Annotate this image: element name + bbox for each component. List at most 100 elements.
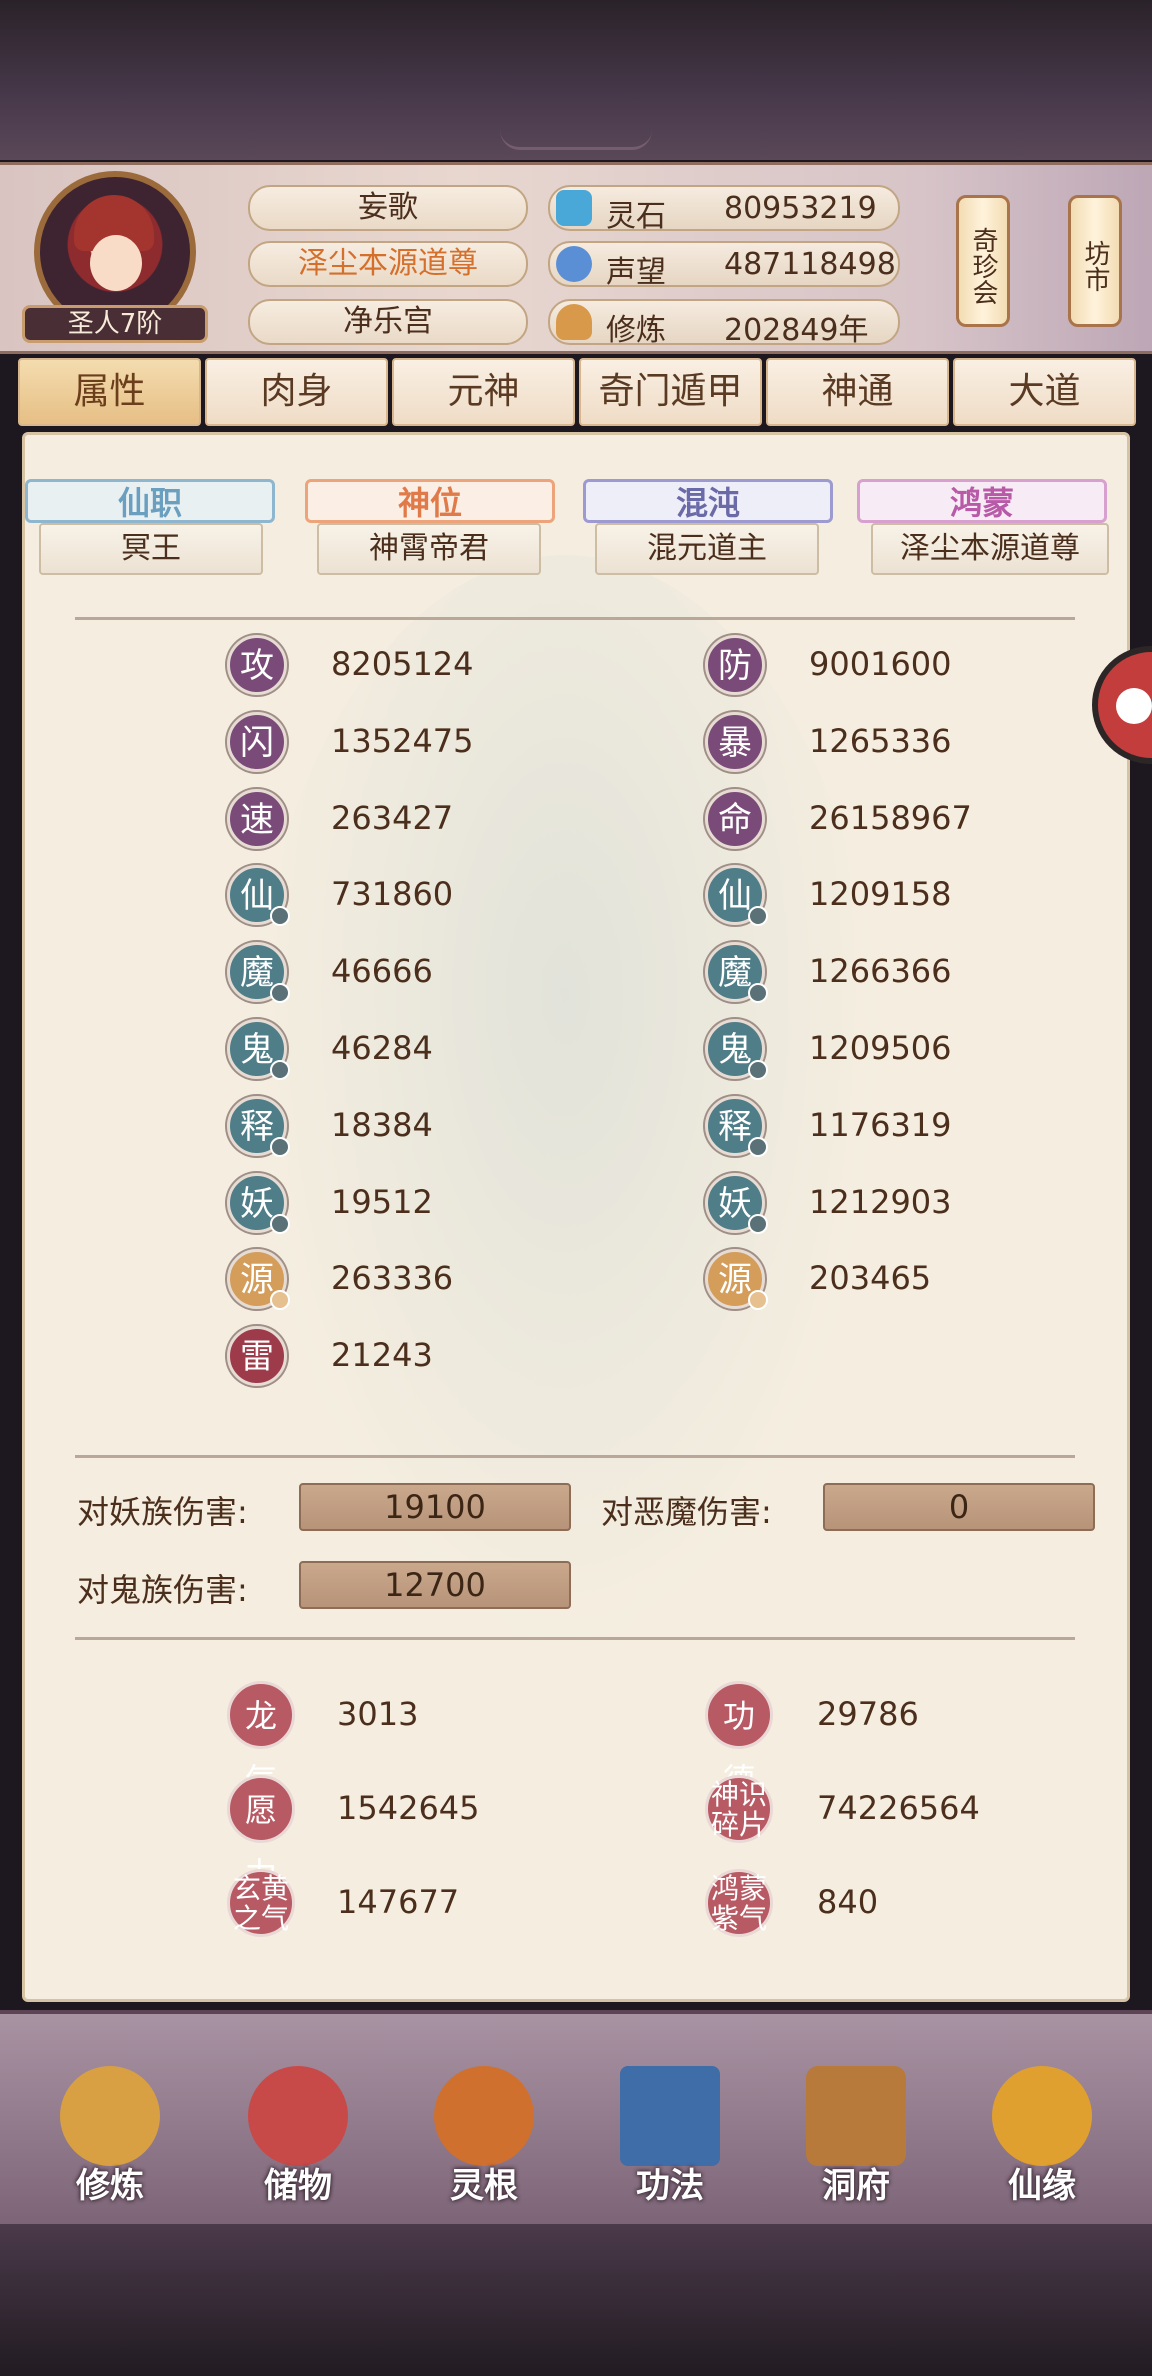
resistance-badge-icon (270, 1136, 290, 1157)
evil-damage-value: 0 (823, 1483, 1095, 1531)
market-button[interactable]: 坊市 (1068, 195, 1122, 327)
resource-value: 487118498 (724, 247, 896, 282)
stat-right-value: 1265336 (809, 721, 952, 760)
attributes-panel: 仙职 冥王 神位 神霄帝君 混沌 混元道主 鸿蒙 泽尘本源道尊 攻 8205124… (22, 432, 1130, 2002)
stat-left-icon: 闪 (227, 711, 287, 772)
nav-fate[interactable]: 仙缘 (972, 2050, 1112, 2220)
cultivate-icon (60, 2066, 160, 2166)
title-label-hongmeng: 鸿蒙 (857, 479, 1107, 523)
xuanhuang-qi-icon: 玄黄之气 (227, 1869, 295, 1937)
reputation-icon (556, 246, 592, 282)
stat-right-icon: 妖 (705, 1172, 768, 1234)
title-value-office: 冥王 (39, 523, 263, 575)
stat-right-icon: 释 (705, 1095, 768, 1157)
merit-icon: 功德 (705, 1681, 773, 1799)
bottom-band (0, 2224, 1152, 2376)
pavilion-icon (806, 2066, 906, 2166)
top-band (0, 0, 1152, 160)
resistance-badge-icon (748, 1213, 768, 1234)
stat-right-value: 1266366 (809, 952, 952, 991)
stat-right-value: 26158967 (809, 798, 972, 837)
resource-spirit-stone: 灵石 80953219 (548, 185, 900, 234)
stat-left-icon: 雷 (227, 1326, 287, 1387)
eye-icon (1116, 688, 1152, 724)
player-sect: 净乐宫 (248, 299, 528, 345)
nav-techniques[interactable]: 功法 (600, 2050, 740, 2220)
stat-left-value: 263336 (331, 1259, 454, 1298)
rank-badge: 圣人7阶 (22, 305, 208, 343)
xuanhuang-qi-value: 147677 (337, 1883, 460, 1921)
wish-power-value: 1542645 (337, 1789, 480, 1827)
stat-right-icon: 命 (705, 788, 765, 849)
hongmeng-qi-icon: 鸿蒙紫气 (705, 1869, 773, 1937)
nav-label: 功法 (636, 2166, 704, 2206)
stat-right-value: 203465 (809, 1259, 932, 1298)
stat-right-icon: 仙 (705, 865, 768, 927)
treasure-shop-button[interactable]: 奇珍会 (956, 195, 1010, 327)
spirit-root-icon (434, 2066, 534, 2166)
nav-spirit-root[interactable]: 灵根 (414, 2050, 554, 2220)
nav-storage[interactable]: 储物 (228, 2050, 368, 2220)
stat-right-icon: 暴 (705, 711, 765, 772)
merit-value: 29786 (817, 1695, 919, 1733)
stat-right-value: 1212903 (809, 1182, 952, 1221)
stat-left-value: 263427 (331, 798, 454, 837)
stat-left-value: 8205124 (331, 645, 474, 683)
resistance-badge-icon (748, 1060, 768, 1080)
stat-right-value: 9001600 (809, 645, 952, 683)
nav-label: 仙缘 (1008, 2166, 1076, 2206)
player-header: 圣人7阶 妄歌 泽尘本源道尊 净乐宫 灵石 80953219 声望 487118… (0, 162, 1152, 354)
tab-dao[interactable]: 大道 (953, 358, 1136, 426)
title-value-chaos: 混元道主 (595, 523, 819, 575)
resource-label: 修炼 (606, 313, 666, 348)
stat-left-icon: 攻 (227, 635, 287, 695)
ghost-damage-label: 对鬼族伤害: (77, 1571, 248, 1609)
player-name: 妄歌 (248, 185, 528, 231)
top-ornament (500, 130, 652, 150)
title-value-hongmeng: 泽尘本源道尊 (871, 523, 1109, 575)
stat-right-value: 1209506 (809, 1029, 952, 1067)
divider (75, 1637, 1075, 1640)
divider (75, 617, 1075, 620)
tab-skills[interactable]: 神通 (766, 358, 949, 426)
stat-right-value: 1209158 (809, 875, 952, 914)
dragon-qi-value: 3013 (337, 1695, 419, 1733)
tab-body[interactable]: 肉身 (205, 358, 388, 426)
stat-right-icon: 源 (705, 1249, 768, 1311)
stat-right-icon: 鬼 (705, 1019, 768, 1080)
tab-bar: 属性 肉身 元神 奇门遁甲 神通 大道 (18, 358, 1136, 426)
resource-label: 灵石 (606, 199, 666, 234)
nav-cultivate[interactable]: 修炼 (40, 2050, 180, 2220)
evil-damage-label: 对恶魔伤害: (601, 1493, 772, 1531)
tab-attributes[interactable]: 属性 (18, 358, 201, 426)
soul-fragment-value: 74226564 (817, 1789, 980, 1827)
avatar-face (90, 235, 142, 291)
player-title: 泽尘本源道尊 (248, 241, 528, 287)
nav-label: 储物 (264, 2166, 332, 2206)
nav-cave-dwelling[interactable]: 洞府 (786, 2050, 926, 2220)
tab-soul[interactable]: 元神 (392, 358, 575, 426)
ghost-damage-value: 12700 (299, 1561, 571, 1609)
gourd-icon (992, 2066, 1092, 2166)
stat-left-icon: 仙 (227, 865, 290, 927)
resource-value: 202849年 (724, 313, 869, 348)
stat-left-icon: 鬼 (227, 1019, 290, 1080)
resource-cultivation: 修炼 202849年 (548, 299, 900, 348)
stat-left-icon: 源 (227, 1249, 290, 1311)
title-label-chaos: 混沌 (583, 479, 833, 523)
resource-reputation: 声望 487118498 (548, 241, 900, 290)
resource-label: 声望 (606, 255, 666, 290)
stat-right-value: 1176319 (809, 1105, 952, 1144)
demon-damage-label: 对妖族伤害: (77, 1493, 248, 1531)
resistance-badge-icon (270, 1060, 290, 1080)
title-label-divine: 神位 (305, 479, 555, 523)
nav-label: 修炼 (76, 2166, 144, 2206)
nav-label: 灵根 (450, 2166, 518, 2206)
resource-value: 80953219 (724, 191, 877, 226)
stat-left-icon: 释 (227, 1095, 290, 1157)
soul-fragment-icon: 神识碎片 (705, 1775, 773, 1843)
stat-left-value: 19512 (331, 1182, 433, 1221)
demon-damage-value: 19100 (299, 1483, 571, 1531)
tab-qimen[interactable]: 奇门遁甲 (579, 358, 762, 426)
stat-left-value: 18384 (331, 1105, 433, 1144)
